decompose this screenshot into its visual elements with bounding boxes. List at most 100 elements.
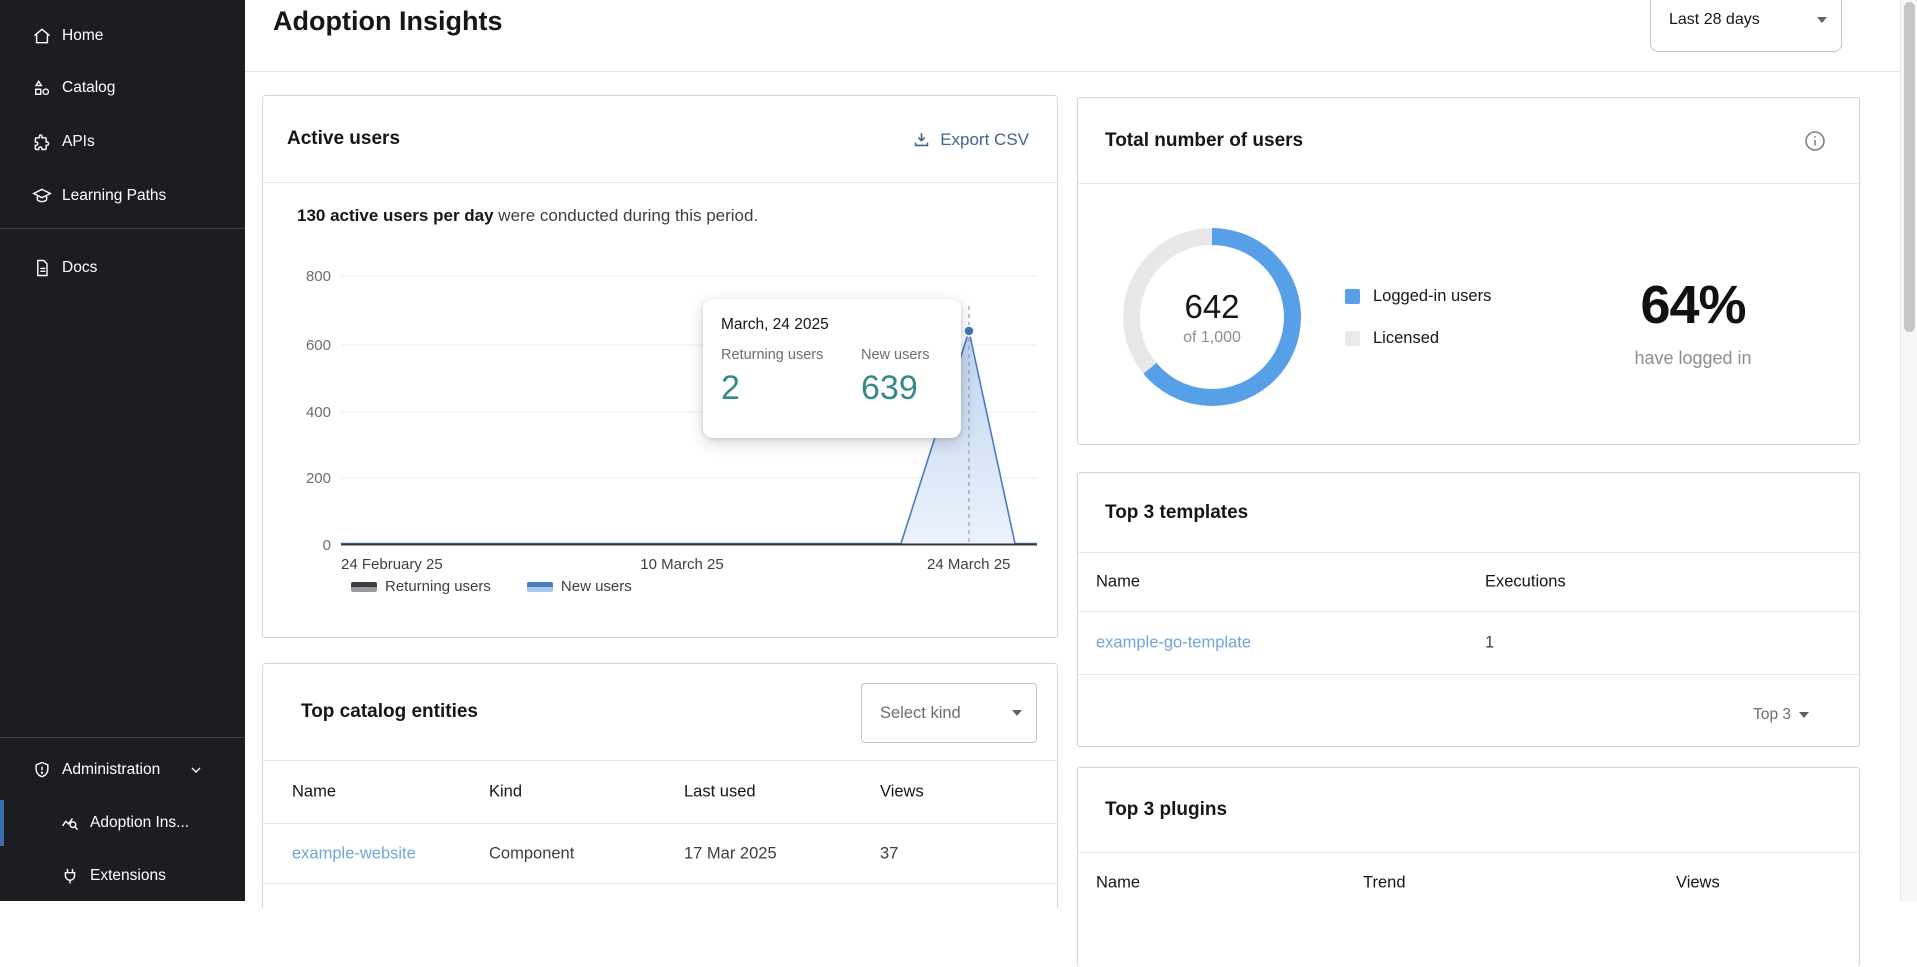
download-icon [912, 130, 931, 149]
info-icon[interactable] [1803, 129, 1827, 153]
chart-legend: Returning users New users [351, 578, 632, 595]
executions-value: 1 [1485, 634, 1494, 653]
card-title: Top 3 templates [1105, 502, 1248, 524]
scrollbar-thumb[interactable] [1904, 2, 1915, 332]
logged-in-note: have logged in [1578, 348, 1808, 369]
total-users-card: Total number of users 642 of 1,000 Logge… [1077, 97, 1860, 445]
sidebar-item-label: Home [62, 27, 103, 45]
chevron-down-icon [1012, 710, 1022, 716]
x-axis-labels: 24 February 25 10 March 25 24 March 25 [341, 556, 1010, 573]
top-n-select[interactable]: Top 3 [1753, 706, 1809, 724]
plugins-table-header: Name Trend Views [1078, 853, 1859, 913]
sidebar-item-label: Administration [62, 761, 160, 779]
logged-in-swatch [1345, 289, 1360, 304]
svg-text:24 March 25: 24 March 25 [927, 556, 1010, 573]
card-title: Active users [287, 128, 400, 150]
date-range-select[interactable]: Last 28 days [1650, 0, 1842, 52]
select-kind-dropdown[interactable]: Select kind [861, 683, 1037, 743]
select-kind-value: Select kind [880, 704, 961, 723]
sidebar-item-apis[interactable]: APIs [0, 122, 245, 162]
home-icon [32, 26, 52, 46]
sidebar-item-adoption-insights[interactable]: Adoption Ins... [0, 803, 245, 843]
sidebar-item-docs[interactable]: Docs [0, 248, 245, 288]
column-header-name: Name [292, 783, 336, 802]
svg-text:0: 0 [323, 537, 331, 554]
sidebar-item-label: Catalog [62, 79, 115, 97]
sidebar-item-label: Extensions [90, 867, 166, 885]
template-link[interactable]: example-go-template [1096, 634, 1251, 653]
column-header-executions: Executions [1485, 573, 1566, 592]
logged-in-users-donut-chart: 642 of 1,000 [1123, 228, 1301, 406]
column-header-kind: Kind [489, 783, 522, 802]
chevron-down-icon [1817, 17, 1827, 23]
sidebar-item-administration[interactable]: Administration [0, 750, 245, 790]
legend-item-licensed: Licensed [1345, 329, 1439, 348]
top-templates-card: Top 3 templates Name Executions example-… [1077, 472, 1860, 747]
adoption-insights-icon [60, 813, 80, 833]
active-users-card-header: Active users Export CSV [263, 96, 1057, 183]
chart-tooltip: March, 24 2025 Returning users New users… [703, 299, 961, 438]
total-users-card-header: Total number of users [1078, 98, 1859, 184]
column-header-views: Views [1676, 874, 1720, 893]
sidebar-divider [0, 228, 245, 229]
header-divider [245, 71, 1905, 72]
administration-shield-icon [32, 760, 52, 780]
column-header-trend: Trend [1363, 874, 1406, 893]
learning-paths-icon [32, 186, 52, 206]
sidebar-item-catalog[interactable]: Catalog [0, 68, 245, 108]
licensed-total: of 1,000 [1183, 329, 1241, 347]
logged-in-percentage: 64% [1578, 274, 1808, 336]
column-header-views: Views [880, 783, 924, 802]
catalog-table-header: Name Kind Last used Views [263, 761, 1057, 824]
legend-label: Licensed [1373, 329, 1439, 348]
card-title: Top 3 plugins [1105, 799, 1227, 821]
views-value: 37 [880, 844, 898, 863]
extensions-plug-icon [60, 866, 80, 886]
sidebar-item-home[interactable]: Home [0, 16, 245, 56]
top-catalog-card-header: Top catalog entities Select kind [263, 664, 1057, 761]
legend-item-returning-users[interactable]: Returning users [351, 578, 491, 595]
templates-table-header: Name Executions [1078, 553, 1859, 612]
svg-text:200: 200 [306, 470, 331, 487]
kind-value: Component [489, 844, 574, 863]
column-header-name: Name [1096, 874, 1140, 893]
card-title: Total number of users [1105, 130, 1303, 152]
export-csv-label: Export CSV [940, 130, 1029, 150]
sidebar-item-extensions[interactable]: Extensions [0, 856, 245, 896]
vertical-scrollbar [1900, 0, 1917, 901]
entity-link[interactable]: example-website [292, 844, 416, 863]
top-n-label: Top 3 [1753, 706, 1791, 724]
svg-text:400: 400 [306, 404, 331, 421]
column-header-name: Name [1096, 573, 1140, 592]
sidebar-item-label: Docs [62, 259, 97, 277]
legend-label: Returning users [385, 578, 491, 595]
export-csv-button[interactable]: Export CSV [912, 96, 1029, 183]
legend-item-new-users[interactable]: New users [527, 578, 632, 595]
top-catalog-entities-card: Top catalog entities Select kind Name Ki… [262, 663, 1058, 909]
sidebar-item-label: Adoption Ins... [90, 814, 189, 832]
tooltip-new-label: New users [861, 347, 930, 363]
chevron-down-icon [1799, 712, 1809, 718]
table-row: example-go-template 1 [1078, 612, 1859, 675]
card-title: Top catalog entities [301, 701, 478, 723]
active-users-card: Active users Export CSV 130 active users… [262, 95, 1058, 638]
svg-text:24 February 25: 24 February 25 [341, 556, 443, 573]
top-plugins-card-header: Top 3 plugins [1078, 768, 1859, 853]
sidebar-item-label: Learning Paths [62, 187, 166, 205]
chart-subtitle: 130 active users per day were conducted … [297, 206, 758, 226]
svg-text:10 March 25: 10 March 25 [640, 556, 723, 573]
table-row: example-website Component 17 Mar 2025 37 [263, 824, 1057, 884]
last-used-value: 17 Mar 2025 [684, 844, 777, 863]
licensed-swatch [1345, 331, 1360, 346]
column-header-last-used: Last used [684, 783, 756, 802]
sidebar-item-learning-paths[interactable]: Learning Paths [0, 176, 245, 216]
apis-icon [32, 132, 52, 152]
sidebar: Home Catalog APIs Learning Paths Docs Ad… [0, 0, 245, 901]
new-users-swatch [527, 582, 553, 592]
catalog-icon [32, 78, 52, 98]
tooltip-returning-value: 2 [721, 369, 861, 408]
subtitle-rest: were conducted during this period. [494, 206, 759, 225]
legend-label: Logged-in users [1373, 287, 1491, 306]
svg-text:800: 800 [306, 268, 331, 285]
top-plugins-card: Top 3 plugins Name Trend Views [1077, 767, 1860, 967]
